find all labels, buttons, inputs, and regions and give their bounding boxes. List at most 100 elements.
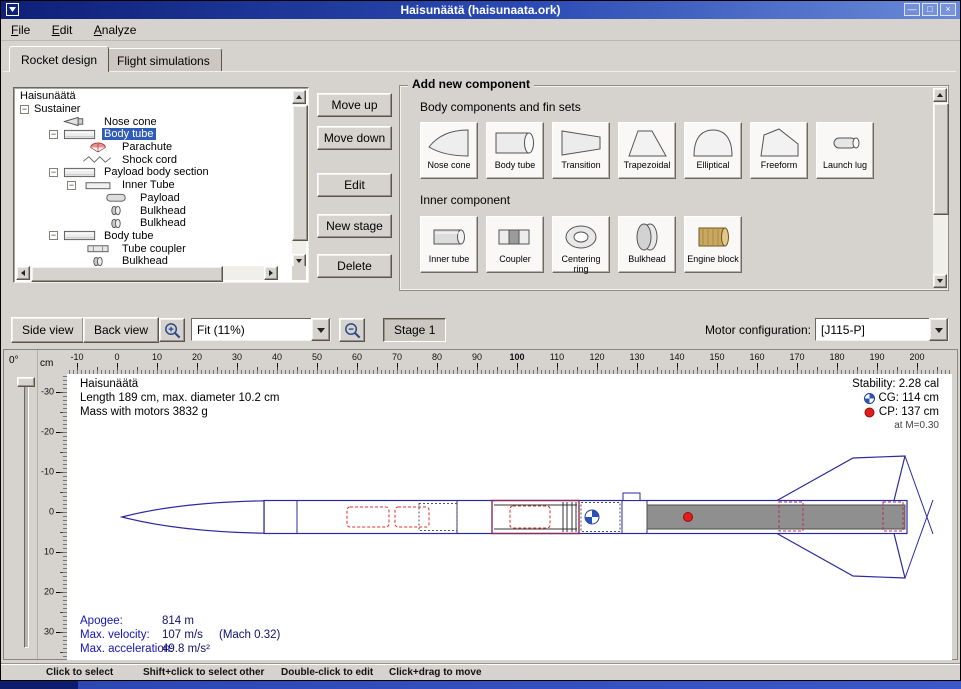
tab-label: Flight simulations [117,54,210,68]
tree-item-parachute[interactable]: Parachute [16,141,292,154]
tree-item-label[interactable]: Payload body section [102,166,211,178]
add-nose-cone-button[interactable]: Nose cone [420,122,478,179]
rotation-slider-track[interactable] [24,380,29,648]
panel-vscroll-thumb[interactable] [933,103,949,215]
zoom-in-icon [163,321,182,340]
menu-file[interactable]: File [3,19,38,41]
rocket-canvas[interactable]: Haisunäätä Length 189 cm, max. diameter … [67,374,952,660]
tree-item-label[interactable]: Sustainer [32,103,82,115]
tree-item-rocket[interactable]: Haisunäätä [16,90,292,103]
tree-item-label[interactable]: Inner Tube [120,179,177,191]
tree-item-label[interactable]: Body tube [102,230,156,242]
ruler-left-labels: -30-20-100102030 [37,374,67,660]
add-component-panel: Add new component Body components and fi… [399,85,949,291]
tree-item-label-selected[interactable]: Body tube [102,128,156,140]
cp-icon [864,407,875,418]
new-stage-button[interactable]: New stage [317,214,392,238]
zoom-out-button[interactable] [339,318,365,342]
add-bulkhead-button[interactable]: Bulkhead [618,216,676,273]
add-freeform-fin-button[interactable]: Freeform [750,122,808,179]
tree-item-bulkhead[interactable]: Bulkhead [16,204,292,217]
tree-item-payload[interactable]: Payload [16,192,292,205]
tree-item-label[interactable]: Payload [138,192,182,204]
close-button[interactable]: × [940,3,956,16]
tab-divider [3,71,956,72]
collapse-icon[interactable]: − [49,130,58,139]
component-tree: Haisunäätä − Sustainer Nose cone − Body … [13,87,309,283]
tree-item-label[interactable]: Haisunäätä [18,90,78,102]
panel-vscrollbar[interactable] [933,88,947,288]
rocket-mass: Mass with motors 3832 g [80,406,208,418]
menu-analyze[interactable]: Analyze [86,19,145,41]
tree-item-label[interactable]: Parachute [120,141,174,153]
collapse-icon[interactable]: − [49,231,58,240]
tree-item-nose-cone[interactable]: Nose cone [16,115,292,128]
rotation-value: 0° [9,355,19,366]
rocket-viewport: 0° cm -100102030405060708090100110120130… [3,349,958,660]
dropdown-arrow-icon[interactable] [929,318,948,341]
tree-rows: Haisunäätä − Sustainer Nose cone − Body … [16,90,292,268]
collapse-icon[interactable]: − [67,181,76,190]
add-trapezoidal-fin-button[interactable]: Trapezoidal [618,122,676,179]
section-label-body: Body components and fin sets [420,100,581,114]
collapse-icon[interactable]: − [49,168,58,177]
add-engine-block-button[interactable]: Engine block [684,216,742,273]
tree-item-shock-cord[interactable]: Shock cord [16,153,292,166]
tree-item-label[interactable]: Bulkhead [138,205,188,217]
tree-item-payload-section[interactable]: − Payload body section [16,166,292,179]
zoom-combobox[interactable]: Fit (11%) [191,318,331,341]
scroll-up-icon[interactable] [933,88,947,102]
rotation-slider-handle[interactable] [17,377,35,387]
freeform-fin-icon [757,126,801,160]
scroll-down-icon[interactable] [933,274,947,288]
tree-item-label[interactable]: Shock cord [120,154,179,166]
tree-item-bulkhead[interactable]: Bulkhead [16,217,292,230]
add-inner-tube-button[interactable]: Inner tube [420,216,478,273]
rocket-length: Length 189 cm, max. diameter 10.2 cm [80,392,279,404]
dropdown-arrow-icon[interactable] [311,318,330,341]
screen: Haisunäätä (haisunaata.ork) — □ × File E… [0,0,961,689]
tree-item-body-tube-aft[interactable]: − Body tube [16,230,292,243]
back-view-button[interactable]: Back view [83,317,159,343]
scroll-up-icon[interactable] [292,90,306,104]
add-centering-ring-button[interactable]: Centering ring [552,216,610,273]
tree-item-label[interactable]: Tube coupler [120,243,188,255]
tree-vscrollbar[interactable] [292,90,306,268]
stage-1-toggle[interactable]: Stage 1 [383,318,446,342]
tree-item-label[interactable]: Bulkhead [138,217,188,229]
collapse-icon[interactable]: − [20,105,29,114]
tab-flight-simulations[interactable]: Flight simulations [105,48,222,72]
tab-rocket-design[interactable]: Rocket design [9,46,109,72]
tree-item-inner-tube[interactable]: − Inner Tube [16,179,292,192]
tree-item-tube-coupler[interactable]: Tube coupler [16,242,292,255]
add-elliptical-fin-button[interactable]: Elliptical [684,122,742,179]
tree-item-label[interactable]: Nose cone [102,116,159,128]
edit-button[interactable]: Edit [317,173,392,197]
add-coupler-button[interactable]: Coupler [486,216,544,273]
payload-icon [97,192,135,203]
tree-item-sustainer[interactable]: − Sustainer [16,103,292,116]
tree-vscroll-thumb[interactable] [292,105,308,241]
maximize-button[interactable]: □ [922,3,938,16]
side-view-button[interactable]: Side view [11,317,84,343]
add-launch-lug-button[interactable]: Launch lug [816,122,874,179]
tree-hscrollbar[interactable] [16,266,278,280]
minimize-button[interactable]: — [904,3,920,16]
cg-icon [864,393,875,404]
delete-button[interactable]: Delete [317,254,392,278]
move-down-button[interactable]: Move down [317,126,392,150]
menu-edit[interactable]: Edit [44,19,81,41]
move-up-button[interactable]: Move up [317,93,392,117]
motor-config-combobox[interactable]: [J115-P] [815,318,949,341]
add-body-tube-button[interactable]: Body tube [486,122,544,179]
scroll-right-icon[interactable] [264,266,278,280]
max-acceleration-label: Max. acceleration: [80,643,173,655]
panel-title: Add new component [408,77,534,91]
zoom-in-button[interactable] [159,318,185,342]
tree-hscroll-thumb[interactable] [31,266,223,282]
hint-click-select: Click to select [46,667,113,678]
add-transition-button[interactable]: Transition [552,122,610,179]
inner-tube-icon [427,220,471,254]
scroll-left-icon[interactable] [16,266,30,280]
tree-item-body-tube[interactable]: − Body tube [16,128,292,141]
